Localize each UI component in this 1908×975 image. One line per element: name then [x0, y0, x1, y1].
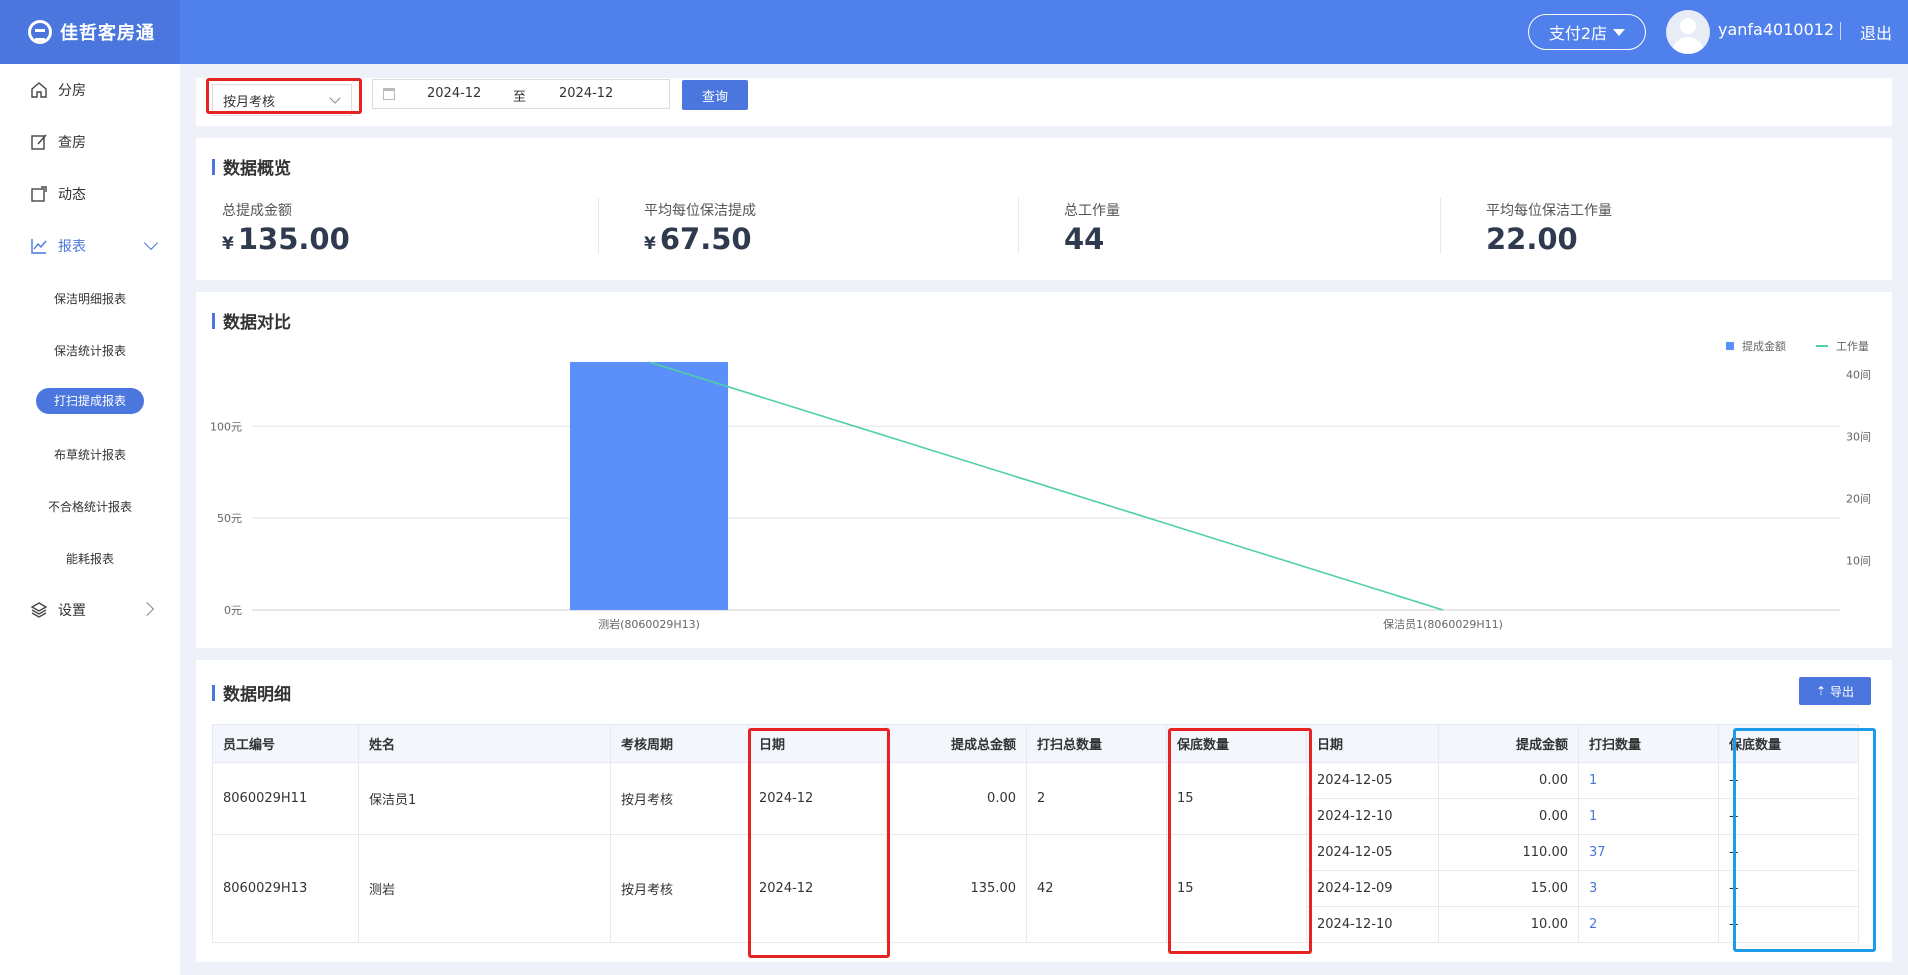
calendar-icon [383, 88, 395, 100]
store-selector[interactable]: 支付2店 [1528, 14, 1646, 50]
x-tick-label: 保洁员1(8060029H11) [1383, 617, 1503, 631]
count-link[interactable]: 2 [1578, 906, 1719, 943]
sidebar-item-inspect[interactable]: 查房 [30, 130, 86, 154]
layers-icon [30, 602, 48, 618]
table-header-row: 员工编号 姓名 考核周期 日期 提成总金额 打扫总数量 保底数量 日期 提成金额… [212, 724, 1859, 763]
count-link[interactable]: 1 [1578, 798, 1719, 835]
sidebar-item-reports[interactable]: 报表 [30, 234, 86, 258]
count-link[interactable]: 3 [1578, 870, 1719, 907]
legend-swatch-bar [1726, 342, 1734, 350]
y-tick-label-left: 50元 [217, 512, 242, 525]
stat-divider [598, 198, 599, 254]
stat-avg-commission: 平均每位保洁提成 ¥67.50 [644, 203, 756, 256]
col-period: 考核周期 [610, 724, 749, 763]
top-header: 佳哲客房通 支付2店 yanfa4010012 退出 [0, 0, 1908, 64]
username[interactable]: yanfa4010012 [1718, 20, 1834, 39]
col-day-count: 打扫数量 [1578, 724, 1719, 763]
col-day-date: 日期 [1306, 724, 1439, 763]
sidebar-item-assign[interactable]: 分房 [30, 78, 86, 102]
sidebar-item-label: 报表 [58, 239, 86, 255]
stat-divider [1018, 198, 1019, 254]
title-accent [212, 684, 215, 701]
brand-name: 佳哲客房通 [60, 23, 155, 44]
date-separator: 至 [513, 90, 527, 105]
y-tick-label-left: 0元 [224, 604, 242, 617]
stat-divider [1440, 198, 1441, 254]
logo-icon [28, 20, 52, 44]
brand-logo[interactable]: 佳哲客房通 [0, 0, 180, 64]
filter-bar: 按月考核 2024-12 至 2024-12 查询 [196, 78, 1892, 126]
sub-item-unqualified[interactable]: 不合格统计报表 [0, 498, 180, 515]
upload-icon: ⇡ [1815, 684, 1827, 698]
date-end[interactable]: 2024-12 [559, 86, 613, 101]
detail-panel: 数据明细 ⇡ 导出 员工编号 姓名 考核周期 日期 提成总金额 打扫总数量 保底… [196, 660, 1892, 962]
col-total-amount: 提成总金额 [886, 724, 1027, 763]
col-total-count: 打扫总数量 [1026, 724, 1167, 763]
x-tick-label: 测岩(8060029H13) [598, 617, 700, 631]
sidebar-item-label: 查房 [58, 135, 86, 151]
overview-title: 数据概览 [212, 154, 291, 179]
share-icon [31, 186, 47, 202]
detail-table: 员工编号 姓名 考核周期 日期 提成总金额 打扫总数量 保底数量 日期 提成金额… [212, 724, 1859, 943]
chevron-right-icon[interactable] [139, 601, 155, 617]
edit-icon [31, 134, 47, 150]
legend-label-line: 工作量 [1836, 340, 1869, 353]
col-day-amount: 提成金额 [1438, 724, 1579, 763]
stat-avg-workload: 平均每位保洁工作量 22.00 [1486, 203, 1612, 256]
title-accent [212, 158, 215, 175]
y-tick-label-left: 100元 [210, 420, 242, 433]
query-button[interactable]: 查询 [682, 80, 748, 110]
sidebar-item-label: 动态 [58, 187, 86, 203]
compare-chart: 0元 50元 100元 10间 20间 30间 40间测岩(8060029H13) 保洁员1(… [210, 339, 1871, 631]
date-start[interactable]: 2024-12 [427, 86, 481, 101]
count-link[interactable]: 1 [1578, 762, 1719, 799]
sidebar-item-activity[interactable]: 动态 [30, 182, 86, 206]
bar [570, 362, 728, 610]
y-tick-label-right: 10间 [1846, 554, 1871, 567]
stat-total-workload: 总工作量 44 [1064, 203, 1120, 256]
sub-item-energy[interactable]: 能耗报表 [0, 550, 180, 567]
highlight-box-day-min [1733, 728, 1876, 952]
header-divider [1840, 22, 1841, 40]
sub-item-commission[interactable]: 打扫提成报表 [0, 388, 180, 414]
highlight-box-min-count [1168, 728, 1312, 954]
currency-symbol: ¥ [644, 234, 656, 254]
chart-icon [31, 239, 47, 254]
detail-title: 数据明细 [212, 680, 291, 705]
store-name: 支付2店 [1548, 24, 1608, 43]
sidebar: 分房 查房 动态 报表 保洁明细报表 保洁统计报表 打扫提成报表 布草统计报表 … [0, 64, 180, 975]
highlight-box-date [748, 728, 890, 958]
sidebar-item-settings[interactable]: 设置 [30, 598, 86, 622]
avatar[interactable] [1666, 10, 1710, 54]
legend-label-bar: 提成金额 [1742, 339, 1786, 353]
series-line [648, 361, 1444, 611]
table-row: 8060029H13 测岩 按月考核 2024-12 135.00 42 15 … [212, 834, 1859, 943]
home-icon [31, 82, 47, 98]
overview-panel: 数据概览 总提成金额 ¥135.00 平均每位保洁提成 ¥67.50 总工作量 … [196, 138, 1892, 280]
y-tick-label-right: 40间 [1846, 368, 1871, 381]
caret-down-icon [1613, 28, 1626, 36]
y-tick-label-right: 20间 [1846, 492, 1871, 505]
currency-symbol: ¥ [222, 234, 234, 254]
sidebar-item-label: 分房 [58, 83, 86, 99]
logout-link[interactable]: 退出 [1860, 20, 1892, 44]
chevron-down-icon[interactable] [143, 235, 159, 251]
export-button[interactable]: ⇡ 导出 [1799, 677, 1871, 705]
compare-panel: 数据对比 0元 50元 100元 10间 20间 30间 40间 测岩(8060029H13)… [196, 292, 1892, 648]
count-link[interactable]: 37 [1578, 834, 1719, 871]
col-name: 姓名 [358, 724, 611, 763]
sub-item-clean-stats[interactable]: 保洁统计报表 [0, 342, 180, 359]
y-tick-label-right: 30间 [1846, 430, 1871, 443]
sub-item-linen[interactable]: 布草统计报表 [0, 446, 180, 463]
col-emp-id: 员工编号 [212, 724, 359, 763]
sidebar-item-label: 设置 [58, 603, 86, 619]
date-range-picker[interactable]: 2024-12 至 2024-12 [372, 79, 670, 109]
highlight-box-period [206, 78, 362, 114]
table-row: 8060029H11 保洁员1 按月考核 2024-12 0.00 2 15 2… [212, 762, 1859, 835]
sub-item-clean-detail[interactable]: 保洁明细报表 [0, 290, 180, 307]
stat-total-commission: 总提成金额 ¥135.00 [222, 203, 350, 256]
